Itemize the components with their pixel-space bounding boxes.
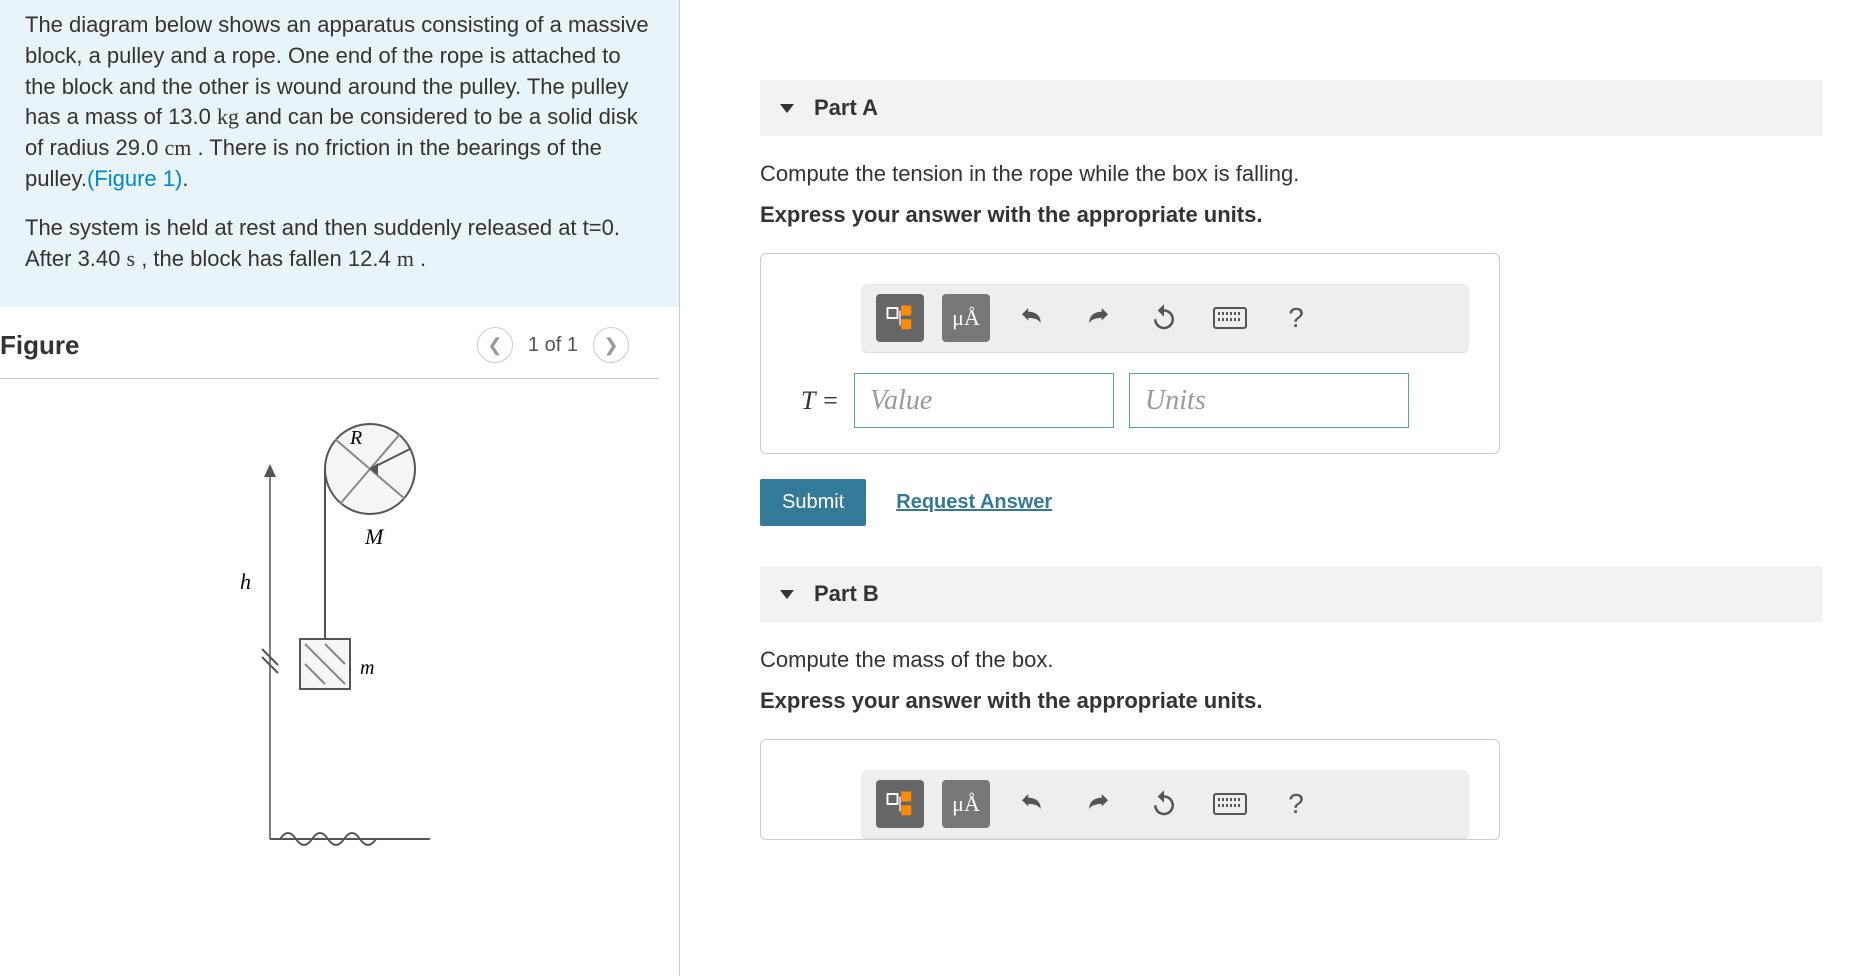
- submit-button[interactable]: Submit: [760, 479, 866, 526]
- label-m: m: [360, 657, 374, 679]
- templates-button[interactable]: [876, 294, 924, 342]
- answer-box-b: μÅ ?: [760, 739, 1500, 840]
- label-M: M: [364, 524, 385, 549]
- special-chars-button[interactable]: μÅ: [942, 780, 990, 828]
- keyboard-icon: [1213, 793, 1247, 815]
- redo-button[interactable]: [1074, 294, 1122, 342]
- figure-link[interactable]: (Figure 1): [87, 166, 182, 191]
- reset-button[interactable]: [1140, 294, 1188, 342]
- unit-s: s: [127, 246, 136, 271]
- figure-prev-button[interactable]: ❮: [477, 327, 513, 363]
- caret-down-icon: [780, 104, 794, 113]
- part-b-question: Compute the mass of the box.: [760, 647, 1822, 673]
- undo-button[interactable]: [1008, 294, 1056, 342]
- equation-toolbar-b: μÅ ?: [861, 770, 1469, 839]
- label-R: R: [349, 427, 362, 449]
- keyboard-button[interactable]: [1206, 780, 1254, 828]
- value-input[interactable]: Value: [854, 373, 1114, 428]
- figure-diagram: R M m h: [0, 379, 679, 899]
- part-b-header[interactable]: Part B: [760, 566, 1822, 622]
- unit-cm: cm: [164, 135, 191, 160]
- units-input[interactable]: Units: [1129, 373, 1409, 428]
- question-icon: ?: [1288, 302, 1304, 334]
- templates-button[interactable]: [876, 780, 924, 828]
- keyboard-icon: [1213, 307, 1247, 329]
- help-button[interactable]: ?: [1272, 780, 1320, 828]
- part-a-header[interactable]: Part A: [760, 80, 1822, 136]
- problem-statement: The diagram below shows an apparatus con…: [0, 0, 679, 307]
- figure-counter: 1 of 1: [528, 334, 578, 357]
- part-a-title: Part A: [814, 95, 878, 121]
- question-icon: ?: [1288, 788, 1304, 820]
- special-chars-button[interactable]: μÅ: [942, 294, 990, 342]
- reset-button[interactable]: [1140, 780, 1188, 828]
- problem-p2c: .: [414, 246, 426, 271]
- problem-p2b: , the block has fallen 12.4: [135, 246, 397, 271]
- part-b-instruction: Express your answer with the appropriate…: [760, 688, 1822, 714]
- help-button[interactable]: ?: [1272, 294, 1320, 342]
- figure-next-button[interactable]: ❯: [593, 327, 629, 363]
- answer-box-a: μÅ ? T =: [760, 253, 1500, 454]
- label-h: h: [240, 569, 251, 594]
- problem-p1d: .: [182, 166, 188, 191]
- caret-down-icon: [780, 590, 794, 599]
- figure-title: Figure: [0, 330, 79, 361]
- request-answer-link[interactable]: Request Answer: [896, 491, 1052, 514]
- keyboard-button[interactable]: [1206, 294, 1254, 342]
- equation-toolbar: μÅ ?: [861, 284, 1469, 353]
- unit-kg: kg: [217, 104, 239, 129]
- undo-button[interactable]: [1008, 780, 1056, 828]
- part-b-title: Part B: [814, 581, 879, 607]
- unit-m: m: [397, 246, 414, 271]
- redo-button[interactable]: [1074, 780, 1122, 828]
- part-a-question: Compute the tension in the rope while th…: [760, 161, 1822, 187]
- variable-label: T =: [801, 386, 839, 416]
- part-a-instruction: Express your answer with the appropriate…: [760, 202, 1822, 228]
